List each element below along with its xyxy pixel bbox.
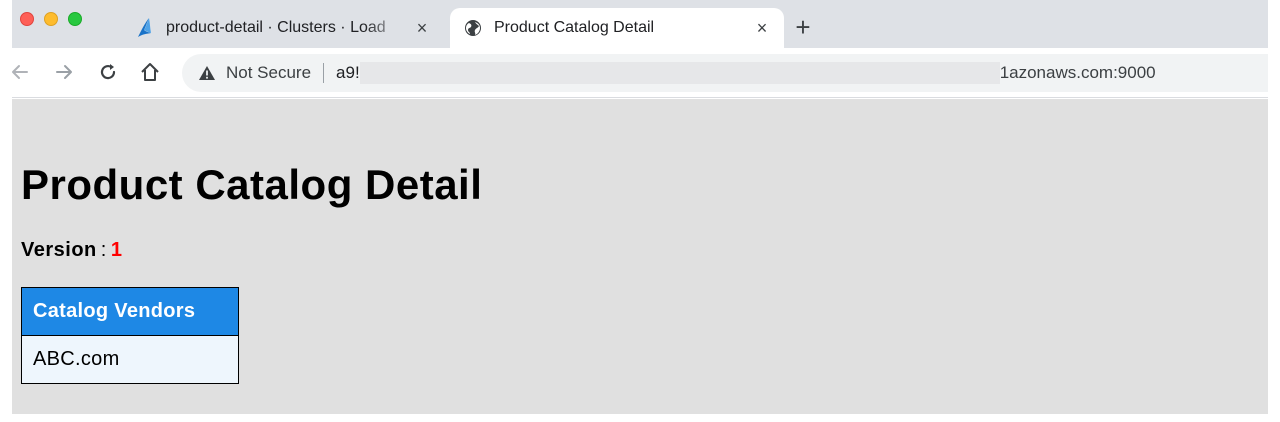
tab-product-detail[interactable]: product-detail · Clusters · Load ×	[124, 8, 444, 48]
security-status[interactable]: Not Secure	[226, 63, 311, 83]
minimize-window-button[interactable]	[44, 12, 58, 26]
back-button[interactable]	[6, 58, 34, 86]
aws-tab-icon	[134, 17, 156, 39]
globe-icon	[462, 17, 484, 39]
table-header-row: Catalog Vendors	[21, 287, 239, 336]
reload-icon	[100, 64, 116, 80]
tab-product-catalog-detail[interactable]: Product Catalog Detail ×	[450, 8, 784, 48]
divider	[323, 63, 325, 83]
url-text-start: a9!	[336, 63, 360, 82]
tab-close-icon[interactable]: ×	[408, 14, 436, 42]
vendors-table: Catalog Vendors ABC.com	[21, 287, 239, 384]
table-row: ABC.com	[21, 335, 239, 384]
zoom-window-button[interactable]	[68, 12, 82, 26]
forward-button[interactable]	[50, 58, 78, 86]
close-window-button[interactable]	[20, 12, 34, 26]
home-button[interactable]	[136, 58, 164, 86]
page-viewport: Product Catalog Detail Version:1 Catalog…	[12, 99, 1268, 414]
address-bar[interactable]: Not Secure a9! 1azonaws.com:9000	[182, 54, 1268, 92]
tab-title: Product Catalog Detail	[494, 19, 655, 36]
arrow-left-icon	[12, 65, 28, 79]
tab-strip: product-detail · Clusters · Load × Produ…	[12, 0, 1268, 48]
warning-icon[interactable]	[196, 62, 218, 84]
tab-close-icon[interactable]: ×	[748, 14, 776, 42]
browser-window: product-detail · Clusters · Load × Produ…	[12, 0, 1268, 414]
page-title: Product Catalog Detail	[21, 161, 483, 208]
reload-button[interactable]	[94, 58, 122, 86]
column-header: Catalog Vendors	[21, 287, 239, 336]
version-line: Version:1	[21, 239, 122, 262]
browser-toolbar: Not Secure a9! 1azonaws.com:9000	[12, 48, 1268, 98]
table-cell: ABC.com	[21, 335, 239, 384]
arrow-right-icon	[56, 65, 72, 79]
version-label: Version	[21, 239, 97, 261]
home-icon	[141, 63, 159, 81]
version-value: 1	[110, 239, 123, 261]
new-tab-button[interactable]: +	[788, 12, 818, 42]
version-separator: :	[100, 239, 107, 261]
url-text-end: 1azonaws.com:9000	[999, 63, 1156, 82]
url-redaction	[359, 62, 1000, 84]
tab-title: product-detail · Clusters · Load	[166, 19, 386, 36]
